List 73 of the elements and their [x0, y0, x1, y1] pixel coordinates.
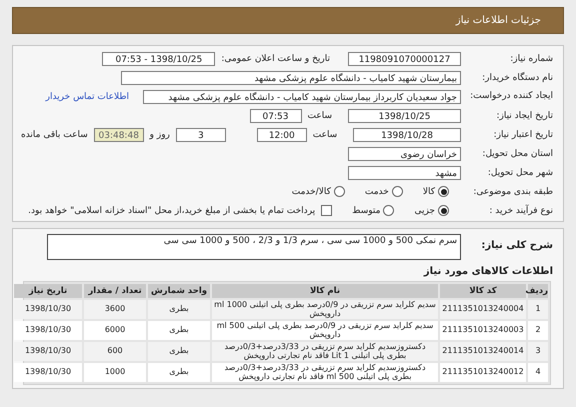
checkbox-label: پرداخت تمام یا بخشی از مبلغ خرید،از محل "اسناد خزانه اسلامی" خواهد بود.	[28, 206, 316, 216]
table-cell: بطری	[148, 342, 210, 361]
text-field[interactable]: بیمارستان شهید کامیاب - دانشگاه علوم پزشکی مشهد	[121, 70, 461, 84]
text-field[interactable]: 1198091070000127	[348, 52, 461, 66]
checkbox[interactable]	[321, 205, 332, 216]
field-label: شرح کلی نیاز:	[480, 239, 553, 253]
field-label: ایجاد کننده درخواست:	[469, 91, 553, 102]
text-field[interactable]: 1398/10/25	[348, 108, 461, 122]
table-cell: 1	[528, 300, 548, 319]
table-cell: 4	[528, 363, 548, 382]
text-field[interactable]: مشهد	[348, 166, 461, 180]
radio-button[interactable]	[438, 186, 449, 197]
table-cell: 2111351013240003	[440, 321, 526, 340]
field-label: ساعت باقی مانده	[20, 130, 88, 140]
table-cell: 1398/10/30	[14, 321, 82, 340]
field-label: روز و	[150, 130, 170, 140]
table-cell: 1398/10/30	[14, 342, 82, 361]
option-label: جزیی	[414, 206, 435, 216]
text-field[interactable]: 3	[176, 128, 226, 142]
radio-button[interactable]	[392, 186, 403, 197]
text-field[interactable]: جواد سعیدیان کاربرداز بیمارستان شهید کامیاب - دانشگاه علوم پزشکی مشهد	[143, 90, 461, 104]
radio-button[interactable]	[334, 186, 345, 197]
field-label: شهر محل تحویل:	[486, 166, 553, 180]
table-cell: 6000	[84, 321, 146, 340]
radio-button[interactable]	[383, 205, 394, 216]
table-cell: بطری	[148, 321, 210, 340]
field-label: ساعت	[308, 110, 332, 120]
table-cell: دکستروزسدیم کلراید سرم تزریقی در 3/33درصد+0/3درصد بطری پلی اتیلنی 500 ml فاقد نام تجارتی داروپخش	[212, 363, 438, 382]
field-label: تاریخ اعتبار نیاز:	[492, 128, 553, 142]
option-label: کالا	[422, 186, 435, 196]
text-field[interactable]: 1398/10/25 - 07:53	[102, 52, 216, 66]
column-header: واحد شمارش	[148, 284, 210, 298]
text-field[interactable]: 12:00	[256, 128, 307, 142]
column-header: تعداد / مقدار	[84, 284, 146, 298]
field-label: استان محل تحویل:	[481, 148, 553, 160]
table-cell: 3600	[84, 300, 146, 319]
table-cell: سدیم کلراید سرم تزریقی در 0/9درصد بطری پلی اتیلنی 1000 ml داروپخش	[212, 300, 438, 319]
table-cell: بطری	[148, 300, 210, 319]
field-label: شماره نیاز:	[509, 52, 553, 66]
text-field[interactable]: 07:53	[250, 108, 302, 122]
table-cell: 600	[84, 342, 146, 361]
option-label: کالا/خدمت	[292, 186, 331, 196]
table-cell: 2111351013240012	[440, 363, 526, 382]
table-cell: 1000	[84, 363, 146, 382]
table-cell: 1398/10/30	[14, 300, 82, 319]
table-cell: سدیم کلراید سرم تزریقی در 0/9درصد بطری پلی اتیلنی 500 ml داروپخش	[212, 321, 438, 340]
description-field[interactable]: سرم نمکی 500 و 1000 سی سی ، سرم 1/3 و 2/3 ، 500 و 1000 سی سی	[47, 234, 461, 260]
field-label: نوع فرآیند خرید :	[488, 204, 553, 218]
table-cell: بطری	[148, 363, 210, 382]
text-field[interactable]: خراسان رضوی	[348, 146, 461, 160]
column-header: نام کالا	[212, 284, 438, 298]
field-label: طبقه بندی موضوعی:	[472, 186, 553, 198]
text-field[interactable]: 1398/10/28	[353, 128, 461, 142]
contact-link[interactable]: اطلاعات تماس خریدار	[46, 92, 129, 102]
page-header: جزئیات اطلاعات نیاز	[12, 7, 564, 34]
field-label: ساعت	[312, 130, 338, 140]
column-header: تاریخ نیاز	[14, 284, 82, 298]
table-cell: 2	[528, 321, 548, 340]
radio-button[interactable]	[438, 205, 449, 216]
field-label: تاریخ و ساعت اعلان عمومی:	[221, 54, 330, 64]
table-cell: 3	[528, 342, 548, 361]
section-title: اطلاعات کالاهای مورد نیاز	[422, 266, 553, 277]
countdown-field: 03:48:48	[94, 128, 144, 142]
column-header: کد کالا	[440, 284, 526, 298]
column-header: ردیف	[528, 284, 548, 298]
option-label: متوسط	[352, 206, 380, 216]
option-label: خدمت	[364, 186, 389, 196]
table-cell: 2111351013240014	[440, 342, 526, 361]
field-label: نام دستگاه خریدار:	[481, 71, 553, 84]
table-cell: دکستروزسدیم کلراید سرم تزریقی در 3/33درصد+0/3درصد بطری پلی اتیلنی 1 Lit فاقد نام تجارتی داروپخش	[212, 342, 438, 361]
table-cell: 2111351013240004	[440, 300, 526, 319]
table-cell: 1398/10/30	[14, 363, 82, 382]
field-label: تاریخ ایجاد نیاز:	[495, 110, 553, 122]
